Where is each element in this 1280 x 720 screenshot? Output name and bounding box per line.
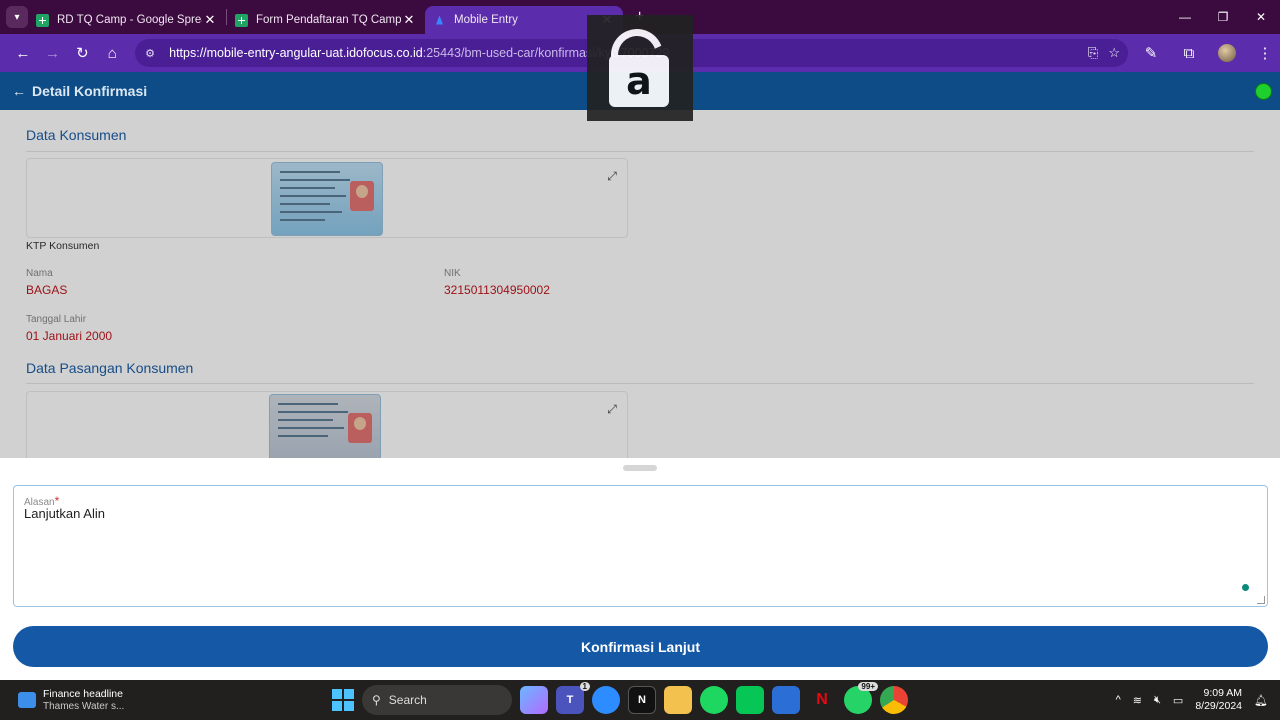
file-explorer-icon[interactable] xyxy=(664,686,692,714)
taskbar-search[interactable]: ⚲ Search xyxy=(362,685,512,715)
modal-backdrop[interactable] xyxy=(0,110,1280,458)
puzzle-icon[interactable]: ⧉ xyxy=(1174,38,1204,68)
notion-icon[interactable]: N xyxy=(628,686,656,714)
widget-icon xyxy=(18,692,36,708)
site-info-icon[interactable]: ⚙ xyxy=(145,47,159,60)
volume-muted-icon[interactable]: 🔇︎ xyxy=(1154,694,1161,707)
search-icon: ⚲ xyxy=(372,693,381,707)
widget-title: Finance headline xyxy=(43,688,123,700)
whatsapp-icon[interactable]: 99+ xyxy=(844,682,878,714)
chrome-icon[interactable] xyxy=(880,686,908,714)
back-icon[interactable]: ← xyxy=(8,38,38,68)
close-tab-icon[interactable]: ✕ xyxy=(202,12,218,28)
reason-textarea[interactable]: Alasan* Lanjutkan Alin xyxy=(13,485,1268,607)
tab-title: Mobile Entry xyxy=(454,14,518,26)
grammar-indicator-icon xyxy=(1242,584,1249,591)
maximize-icon[interactable]: ❐ xyxy=(1204,10,1242,24)
install-icon[interactable]: ⎘ xyxy=(1088,45,1098,61)
store-icon[interactable] xyxy=(772,686,800,714)
app-favicon-icon xyxy=(433,14,446,27)
drag-handle[interactable] xyxy=(623,465,657,471)
reason-value: Lanjutkan Alin xyxy=(24,506,105,521)
extension-icon[interactable]: ✎ xyxy=(1136,38,1166,68)
forward-icon[interactable]: → xyxy=(38,38,68,68)
status-indicator xyxy=(1255,83,1272,100)
taskbar-apps: ⚲ Search T1 N N 99+ xyxy=(332,680,908,720)
tab-title: Form Pendaftaran TQ Camp Ind xyxy=(256,14,401,26)
tab-spreadsheet[interactable]: RD TQ Camp - Google Spreadsh ✕ xyxy=(28,6,226,34)
minimize-icon[interactable]: — xyxy=(1166,10,1204,24)
chevron-up-icon[interactable]: ^ xyxy=(1116,694,1121,706)
back-arrow-icon[interactable]: ← xyxy=(12,83,26,99)
close-window-icon[interactable]: ✕ xyxy=(1242,10,1280,24)
copilot-icon[interactable] xyxy=(520,686,548,714)
sheets-icon xyxy=(36,13,49,27)
netflix-icon[interactable]: N xyxy=(808,686,836,714)
zoom-icon[interactable] xyxy=(592,686,620,714)
unlock-overlay: a xyxy=(587,15,693,121)
date: 8/29/2024 xyxy=(1195,700,1243,712)
battery-icon[interactable]: ▭ xyxy=(1173,694,1183,707)
line-icon[interactable] xyxy=(736,686,764,714)
wifi-icon[interactable]: ≋ xyxy=(1133,694,1142,707)
home-icon[interactable]: ⌂ xyxy=(97,38,127,68)
avatar xyxy=(1217,44,1236,62)
url-host: https://mobile-entry-angular-uat.idofocu… xyxy=(169,46,423,60)
search-label: Search xyxy=(388,693,427,707)
lock-icon: a xyxy=(609,55,669,107)
notification-icon[interactable]: 🔔︎ xyxy=(1254,694,1268,707)
sheets-icon xyxy=(235,13,248,27)
window-controls: — ❐ ✕ xyxy=(1166,0,1280,34)
reload-icon[interactable]: ↻ xyxy=(68,38,98,68)
profile-avatar[interactable] xyxy=(1212,38,1242,68)
widget-subtitle: Thames Water s... xyxy=(43,701,125,712)
spotify-icon[interactable] xyxy=(700,686,728,714)
windows-start-icon[interactable] xyxy=(332,689,354,711)
star-icon[interactable]: ☆ xyxy=(1108,45,1120,61)
teams-badge: 1 xyxy=(579,682,590,691)
whatsapp-badge: 99+ xyxy=(858,682,878,691)
time: 9:09 AM xyxy=(1203,687,1243,699)
news-widget[interactable]: Finance headline Thames Water s... xyxy=(18,688,148,712)
tab-search-icon[interactable]: ▾ xyxy=(6,6,28,28)
teams-icon[interactable]: T1 xyxy=(556,682,590,714)
clock[interactable]: 9:09 AM 8/29/2024 xyxy=(1195,687,1242,713)
page-title: Detail Konfirmasi xyxy=(32,83,148,99)
tab-title: RD TQ Camp - Google Spreadsh xyxy=(57,14,202,26)
tab-form[interactable]: Form Pendaftaran TQ Camp Ind ✕ xyxy=(227,6,425,34)
confirm-continue-button[interactable]: Konfirmasi Lanjut xyxy=(13,626,1268,667)
bottom-sheet: Alasan* Lanjutkan Alin Konfirmasi Lanjut xyxy=(0,458,1280,680)
windows-taskbar: Finance headline Thames Water s... ⚲ Sea… xyxy=(0,680,1280,720)
resize-handle-icon[interactable] xyxy=(1257,596,1265,604)
kebab-menu-icon[interactable]: ⋮ xyxy=(1250,38,1280,68)
system-tray: ^ ≋ 🔇︎ ▭ 9:09 AM 8/29/2024 🔔︎ xyxy=(1116,680,1268,720)
close-tab-icon[interactable]: ✕ xyxy=(401,12,417,28)
